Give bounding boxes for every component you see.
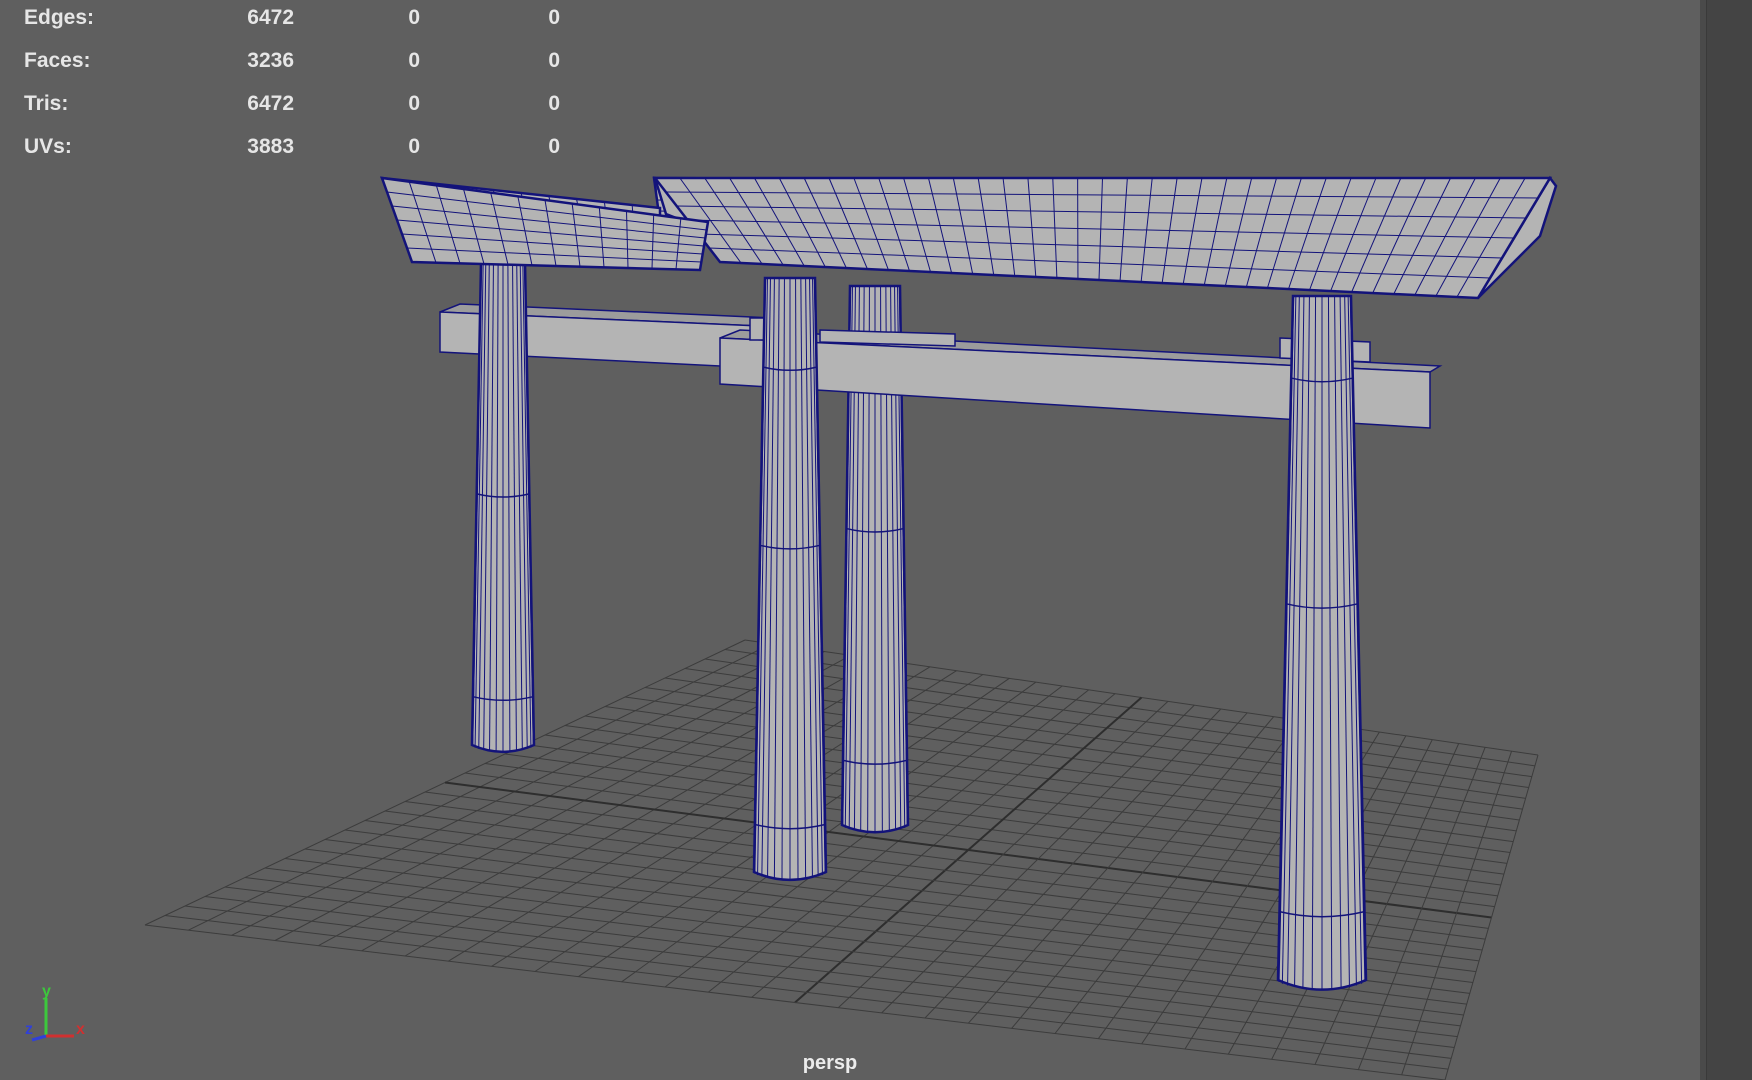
hud-value-component: 0: [548, 135, 560, 158]
grid-line: [881, 704, 1195, 1014]
poly-count-hud: Edges: 6472 0 0 Faces: 3236 0 0 Tris: 64…: [24, 2, 584, 174]
axis-gizmo-icon: y x z: [25, 983, 85, 1042]
hud-row-faces: Faces: 3236 0 0: [24, 45, 584, 88]
hud-row-uvs: UVs: 3883 0 0: [24, 131, 584, 174]
axis-y-label: y: [42, 983, 51, 1000]
pillar-back-left: [470, 260, 536, 753]
hud-value-object: 3883: [247, 135, 294, 158]
hud-label: UVs:: [24, 135, 72, 158]
hud-value-selected: 0: [408, 6, 420, 29]
grid-line: [164, 915, 1449, 1070]
hud-value-object: 6472: [247, 92, 294, 115]
pillar-front-left: [752, 276, 828, 882]
hud-label: Edges:: [24, 6, 95, 29]
grid-line: [924, 708, 1222, 1019]
axis-x-label: x: [76, 1021, 85, 1038]
grid-line: [967, 712, 1248, 1024]
axis-z-label: z: [25, 1021, 33, 1038]
hud-value-component: 0: [548, 6, 560, 29]
hud-label: Faces:: [24, 49, 91, 72]
hud-value-component: 0: [548, 92, 560, 115]
hud-value-selected: 0: [408, 92, 420, 115]
hud-label: Tris:: [24, 92, 69, 115]
hud-value-component: 0: [548, 49, 560, 72]
hud-value-object: 3236: [247, 49, 294, 72]
grid-line: [1444, 754, 1539, 1080]
3d-viewport[interactable]: Edges: 6472 0 0 Faces: 3236 0 0 Tris: 64…: [0, 0, 1700, 1080]
camera-name-label: persp: [802, 1052, 858, 1074]
grid-line: [184, 905, 1452, 1059]
hud-row-tris: Tris: 6472 0 0: [24, 88, 584, 131]
torii-gate-model[interactable]: [379, 175, 1558, 991]
grid-line: [224, 886, 1458, 1038]
hud-row-edges: Edges: 6472 0 0: [24, 2, 584, 45]
hud-value-selected: 0: [408, 135, 420, 158]
hud-value-selected: 0: [408, 49, 420, 72]
hud-value-object: 6472: [247, 6, 294, 29]
side-panel-edge: [1706, 0, 1752, 1080]
pillar-front-right: [1276, 294, 1368, 991]
grid-line: [204, 896, 1455, 1048]
viewport-side-border: [1700, 0, 1752, 1080]
